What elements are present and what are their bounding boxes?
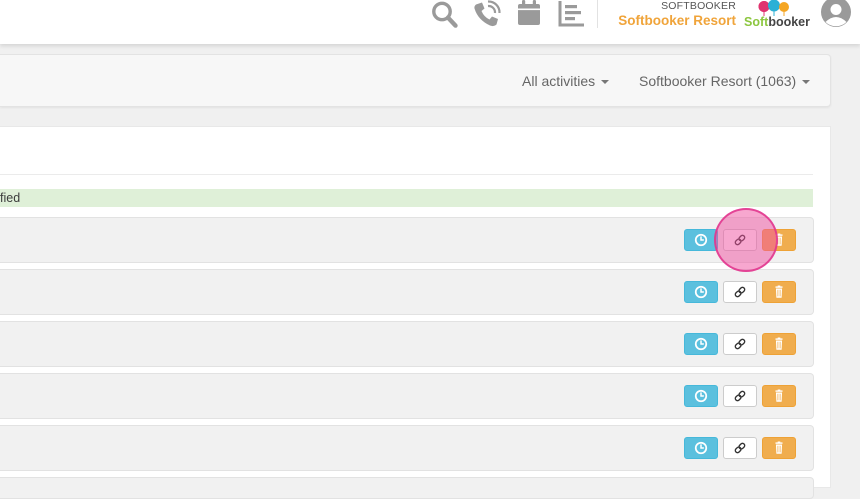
table-row — [0, 321, 814, 367]
link-icon — [733, 389, 747, 403]
activities-dropdown-label: All activities — [522, 73, 596, 89]
delete-button[interactable] — [762, 281, 796, 303]
activities-dropdown[interactable]: All activities — [522, 73, 610, 89]
trash-icon — [772, 441, 786, 455]
resort-name-label: Softbooker Resort — [618, 13, 736, 28]
link-icon — [733, 285, 747, 299]
schedule-button[interactable] — [684, 333, 718, 355]
chevron-down-icon — [601, 80, 610, 85]
table-row — [0, 269, 814, 315]
delete-button[interactable] — [762, 229, 796, 251]
delete-button[interactable] — [762, 385, 796, 407]
delete-button[interactable] — [762, 333, 796, 355]
panel-divider — [0, 174, 813, 175]
link-icon — [733, 233, 747, 247]
clock-icon — [694, 285, 708, 299]
chevron-down-icon — [802, 80, 811, 85]
schedule-button[interactable] — [684, 281, 718, 303]
link-button[interactable] — [723, 229, 757, 251]
link-icon — [733, 441, 747, 455]
link-button[interactable] — [723, 385, 757, 407]
clock-icon — [694, 389, 708, 403]
table-row — [0, 425, 814, 471]
table-row — [0, 477, 814, 499]
logo-text-soft: Soft — [744, 15, 769, 29]
logo-text: Softbooker — [744, 15, 810, 29]
activities-panel: fied — [0, 126, 831, 499]
trash-icon — [772, 233, 786, 247]
link-button[interactable] — [723, 281, 757, 303]
link-button[interactable] — [723, 437, 757, 459]
clock-icon — [694, 441, 708, 455]
logo-text-booker: booker — [768, 15, 810, 29]
report-icon[interactable] — [555, 0, 587, 28]
search-icon[interactable] — [428, 0, 460, 28]
softbooker-logo[interactable]: Softbooker — [744, 0, 810, 30]
trash-icon — [772, 389, 786, 403]
resort-dropdown-label: Softbooker Resort (1063) — [639, 73, 797, 89]
brand-small-label: SOFTBOOKER — [661, 0, 736, 12]
link-button[interactable] — [723, 333, 757, 355]
trash-icon — [772, 337, 786, 351]
resort-dropdown[interactable]: Softbooker Resort (1063) — [639, 73, 811, 89]
clock-icon — [694, 233, 708, 247]
phone-icon[interactable] — [471, 0, 503, 28]
filter-bar: All activities Softbooker Resort (1063) — [0, 54, 831, 107]
success-alert: fied — [0, 189, 813, 207]
delete-button[interactable] — [762, 437, 796, 459]
table-row — [0, 217, 814, 263]
clock-icon — [694, 337, 708, 351]
link-icon — [733, 337, 747, 351]
top-header: SOFTBOOKER Softbooker Resort Softbooker — [0, 0, 860, 44]
table-row — [0, 373, 814, 419]
calendar-icon[interactable] — [513, 0, 545, 28]
schedule-button[interactable] — [684, 229, 718, 251]
schedule-button[interactable] — [684, 385, 718, 407]
trash-icon — [772, 285, 786, 299]
logo-balloons-icon — [758, 0, 789, 16]
schedule-button[interactable] — [684, 437, 718, 459]
user-avatar-icon[interactable] — [820, 0, 852, 28]
